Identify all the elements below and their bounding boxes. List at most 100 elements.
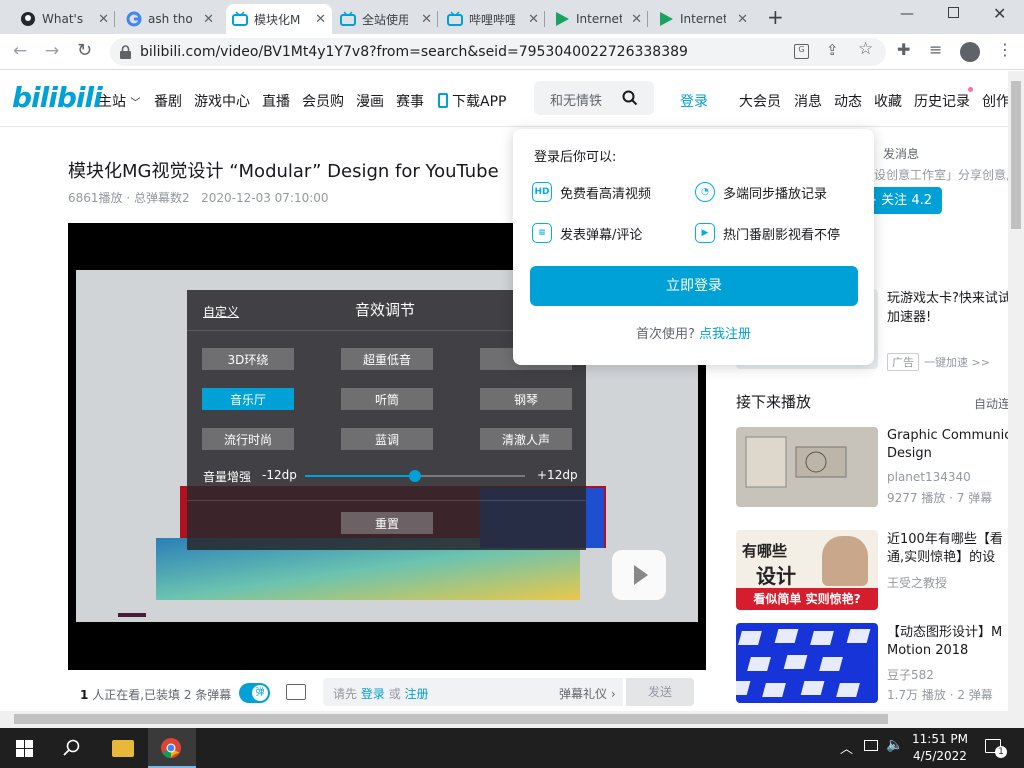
eq-reset-button[interactable]: 重置 xyxy=(341,512,433,534)
close-tab-icon[interactable]: ✕ xyxy=(98,12,109,27)
windows-start-icon[interactable] xyxy=(16,740,33,757)
share-icon[interactable]: ⇪ xyxy=(826,41,839,59)
show-hidden-icons[interactable]: ︿ xyxy=(840,738,853,757)
browser-tab-4[interactable]: 全站使用 ✕ xyxy=(334,4,438,34)
nav-game-center[interactable]: 游戏中心 xyxy=(194,91,250,111)
close-tab-icon[interactable]: ✕ xyxy=(737,12,748,27)
volume-icon[interactable]: 🔈 xyxy=(886,737,903,753)
translate-icon[interactable]: G xyxy=(794,44,809,59)
nav-shop[interactable]: 会员购 xyxy=(302,91,344,111)
send-message-link[interactable]: 发消息 xyxy=(883,145,919,162)
rec-author-3[interactable]: 豆子582 xyxy=(887,666,934,683)
danmaku-settings-icon[interactable] xyxy=(286,684,306,700)
address-bar[interactable]: bilibili.com/video/BV1Mt4y1Y7v8?from=sea… xyxy=(110,38,886,66)
search-box[interactable]: 和无情铁 xyxy=(534,81,654,115)
nav-esports[interactable]: 赛事 xyxy=(396,91,424,111)
ad-link[interactable]: 一键加速 >> xyxy=(924,354,990,370)
chrome-taskbar-button[interactable] xyxy=(148,728,196,768)
login-now-button[interactable]: 立即登录 xyxy=(530,266,858,306)
nav-history[interactable]: 历史记录 xyxy=(914,91,970,111)
rec-title-2[interactable]: 近100年有哪些【看 xyxy=(887,531,1017,549)
nav-vip[interactable]: 大会员 xyxy=(739,91,781,111)
menu-icon[interactable]: ⋮ xyxy=(997,40,1013,59)
browser-tab-7[interactable]: Internet ✕ xyxy=(652,4,754,34)
close-tab-icon[interactable]: ✕ xyxy=(203,12,214,27)
search-input[interactable]: 和无情铁 xyxy=(550,90,602,109)
eq-pop-button[interactable]: 流行时尚 xyxy=(202,428,294,450)
nav-dynamics[interactable]: 动态 xyxy=(834,91,862,111)
nav-main[interactable]: 主站 ﹀ xyxy=(98,91,140,111)
close-tab-icon[interactable]: ✕ xyxy=(528,12,539,27)
danmaku-register-link[interactable]: 注册 xyxy=(405,687,429,701)
nav-messages[interactable]: 消息 xyxy=(794,91,822,111)
vertical-scroll-thumb[interactable] xyxy=(1011,81,1021,229)
nav-favorites[interactable]: 收藏 xyxy=(874,91,902,111)
bookmark-star-icon[interactable]: ☆ xyxy=(858,39,873,59)
login-link[interactable]: 登录 xyxy=(680,91,708,111)
horizontal-scroll-thumb[interactable] xyxy=(14,714,888,724)
browser-tab-2[interactable]: ash tho ✕ xyxy=(120,4,220,34)
eq-super-bass-button[interactable]: 超重低音 xyxy=(341,348,433,370)
browser-tab-3-active[interactable]: 模块化M ✕ xyxy=(226,4,332,34)
rec-title-3-line2[interactable]: Motion 2018 xyxy=(887,642,1017,660)
volume-slider[interactable] xyxy=(305,470,525,482)
profile-avatar-icon[interactable] xyxy=(960,42,980,62)
rec-thumbnail-1[interactable] xyxy=(736,427,878,507)
rec-title-1-line2[interactable]: Design xyxy=(887,445,1017,463)
close-tab-icon[interactable]: ✕ xyxy=(421,12,432,27)
horizontal-scrollbar[interactable] xyxy=(0,711,1008,728)
eq-clear-vocal-button[interactable]: 清澈人声 xyxy=(480,428,572,450)
eq-piano-button[interactable]: 钢琴 xyxy=(480,388,572,410)
browser-tab-1[interactable]: What's ✕ xyxy=(14,4,115,34)
network-icon[interactable] xyxy=(864,740,878,751)
rec-author-2[interactable]: 王受之教授 xyxy=(887,574,947,591)
eq-earpiece-button[interactable]: 听筒 xyxy=(341,388,433,410)
file-explorer-icon[interactable] xyxy=(112,740,134,757)
volume-slider-knob[interactable] xyxy=(409,470,421,482)
nav-anime[interactable]: 番剧 xyxy=(154,91,182,111)
close-tab-icon[interactable]: ✕ xyxy=(315,12,326,27)
custom-tab[interactable]: 自定义 xyxy=(203,303,239,320)
rec-thumbnail-2[interactable]: 有哪些 设计 看似简单 实则惊艳? xyxy=(736,530,878,610)
eq-concert-hall-button[interactable]: 音乐厅 xyxy=(202,388,294,410)
close-tab-icon[interactable]: ✕ xyxy=(631,12,642,27)
url-text: bilibili.com/video/BV1Mt4y1Y7v8?from=sea… xyxy=(140,44,688,60)
rec-title-2-line2[interactable]: 通,实则惊艳】的设 xyxy=(887,549,1017,567)
browser-tab-5[interactable]: 哔哩哔哩 ✕ xyxy=(441,4,545,34)
nav-download-app[interactable]: 下载APP xyxy=(438,91,506,111)
clock[interactable]: 11:51 PM 4/5/2022 xyxy=(910,731,970,765)
back-icon[interactable]: ← xyxy=(13,41,27,61)
eq-blues-button[interactable]: 蓝调 xyxy=(341,428,433,450)
danmaku-etiquette-link[interactable]: 弹幕礼仪 › xyxy=(559,685,616,702)
notification-center-icon[interactable]: 1 xyxy=(985,739,1007,758)
forward-icon[interactable]: → xyxy=(45,41,59,61)
ad-title[interactable]: 玩游戏太卡?快来试试 xyxy=(887,290,1017,308)
nav-live[interactable]: 直播 xyxy=(262,91,290,111)
new-tab-button[interactable]: + xyxy=(767,5,784,29)
danmaku-login-link[interactable]: 登录 xyxy=(361,687,385,701)
media-control-icon[interactable]: ≡ xyxy=(929,40,942,59)
browser-tab-6[interactable]: Internet ✕ xyxy=(548,4,648,34)
rec-title-3[interactable]: 【动态图形设计】M xyxy=(887,624,1017,642)
bilibili-logo[interactable]: bilibili xyxy=(12,81,103,114)
rec-title-1[interactable]: Graphic Communic xyxy=(887,427,1017,445)
rec-thumbnail-3[interactable] xyxy=(736,623,878,703)
register-link[interactable]: 点我注册 xyxy=(699,327,751,342)
play-tv-icon[interactable] xyxy=(612,550,666,600)
danmaku-toggle[interactable]: 弹 xyxy=(239,683,270,703)
ad-title-line2[interactable]: 加速器! xyxy=(887,309,1017,327)
rec-author-1[interactable]: planet134340 xyxy=(887,470,971,484)
eq-3d-surround-button[interactable]: 3D环绕 xyxy=(202,348,294,370)
search-icon[interactable] xyxy=(622,90,638,106)
minimize-icon[interactable]: — xyxy=(900,6,914,22)
nav-create[interactable]: 创作 xyxy=(982,91,1010,111)
extensions-icon[interactable]: ✚ xyxy=(897,40,910,59)
taskbar-search-icon[interactable] xyxy=(63,739,81,757)
close-window-icon[interactable]: ✕ xyxy=(993,4,1006,23)
nav-manga[interactable]: 漫画 xyxy=(356,91,384,111)
reload-icon[interactable]: ↻ xyxy=(77,40,92,61)
danmaku-input[interactable]: 请先 登录 或 注册 弹幕礼仪 › xyxy=(323,678,623,706)
restore-icon[interactable] xyxy=(948,7,959,18)
vertical-scrollbar[interactable] xyxy=(1008,71,1024,728)
send-danmaku-button[interactable]: 发送 xyxy=(626,678,694,706)
